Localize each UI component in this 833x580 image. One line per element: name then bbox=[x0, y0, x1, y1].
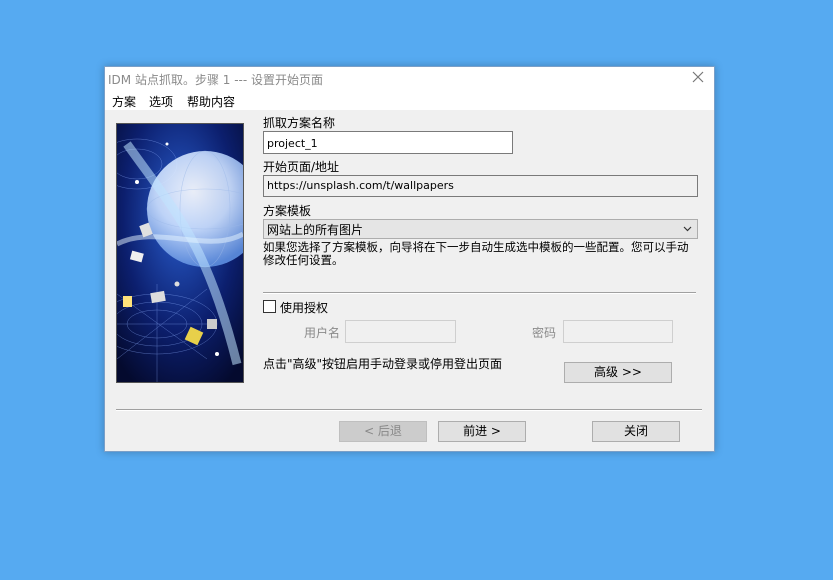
menu-item-options[interactable]: 选项 bbox=[149, 93, 173, 110]
start-page-input[interactable]: https://unsplash.com/t/wallpapers bbox=[263, 175, 698, 197]
menu-item-scheme[interactable]: 方案 bbox=[112, 93, 136, 110]
next-button[interactable]: 前进 > bbox=[438, 421, 526, 442]
advanced-button[interactable]: 高级 >> bbox=[564, 362, 672, 383]
username-label: 用户名 bbox=[304, 326, 341, 340]
start-page-label: 开始页面/地址 bbox=[263, 160, 340, 174]
window-title: IDM 站点抓取。步骤 1 --- 设置开始页面 bbox=[108, 73, 324, 87]
template-select-value: 网站上的所有图片 bbox=[267, 223, 364, 237]
menu-bar: 方案 选项 帮助内容 bbox=[105, 91, 714, 110]
separator bbox=[263, 292, 696, 294]
use-auth-checkbox[interactable] bbox=[263, 300, 276, 313]
advanced-hint-text: 点击"高级"按钮启用手动登录或停用登出页面 bbox=[263, 357, 503, 371]
close-button[interactable]: 关闭 bbox=[592, 421, 680, 442]
template-label: 方案模板 bbox=[263, 204, 312, 218]
template-select[interactable]: 网站上的所有图片 bbox=[263, 219, 698, 239]
template-hint-text: 如果您选择了方案模板，向导将在下一步自动生成选中模板的一些配置。您可以手动修改任… bbox=[263, 240, 689, 267]
bottom-separator bbox=[116, 409, 702, 411]
password-label: 密码 bbox=[532, 326, 557, 340]
wizard-globe-image bbox=[116, 123, 244, 383]
use-auth-label[interactable]: 使用授权 bbox=[280, 299, 328, 316]
chevron-down-icon bbox=[683, 226, 692, 232]
close-icon[interactable] bbox=[691, 70, 705, 84]
site-grabber-dialog: IDM 站点抓取。步骤 1 --- 设置开始页面 方案 选项 帮助内容 抓取方案… bbox=[104, 66, 715, 452]
password-input[interactable] bbox=[563, 320, 673, 343]
menu-item-help[interactable]: 帮助内容 bbox=[187, 93, 235, 110]
back-button[interactable]: < 后退 bbox=[339, 421, 427, 442]
username-input[interactable] bbox=[345, 320, 456, 343]
title-bar: IDM 站点抓取。步骤 1 --- 设置开始页面 bbox=[105, 67, 714, 91]
project-name-label: 抓取方案名称 bbox=[263, 116, 336, 130]
project-name-input[interactable]: project_1 bbox=[263, 131, 513, 154]
